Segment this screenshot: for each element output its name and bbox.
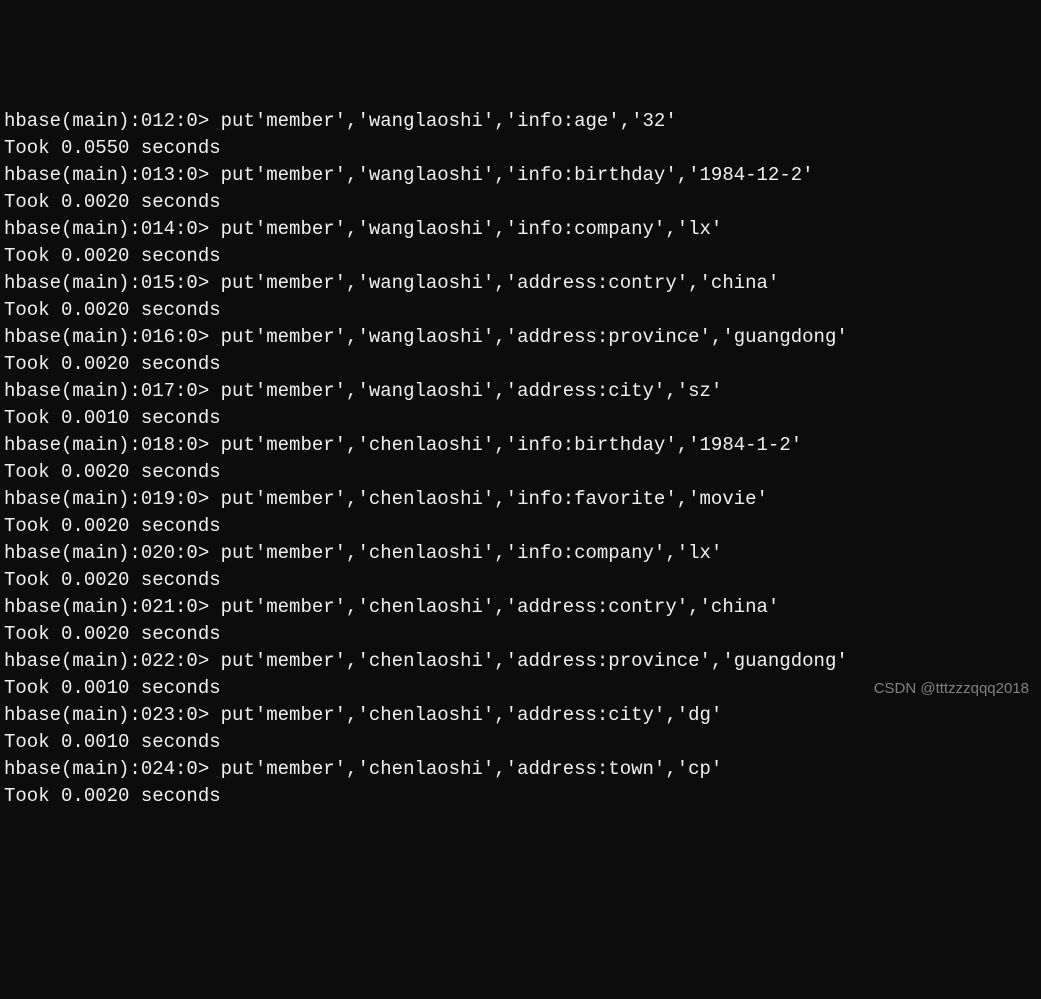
terminal-command-line: hbase(main):013:0> put'member','wanglaos…: [4, 162, 1037, 189]
shell-prompt: hbase(main):020:0>: [4, 542, 221, 564]
shell-command: put'member','chenlaoshi','info:birthday'…: [221, 434, 803, 456]
shell-command: put'member','chenlaoshi','address:town',…: [221, 758, 723, 780]
shell-prompt: hbase(main):024:0>: [4, 758, 221, 780]
terminal-command-line: hbase(main):017:0> put'member','wanglaos…: [4, 378, 1037, 405]
terminal-output-line: Took 0.0010 seconds: [4, 675, 1037, 702]
shell-prompt: hbase(main):023:0>: [4, 704, 221, 726]
terminal-output-line: Took 0.0020 seconds: [4, 189, 1037, 216]
shell-prompt: hbase(main):015:0>: [4, 272, 221, 294]
shell-command: put'member','chenlaoshi','address:contry…: [221, 596, 780, 618]
shell-prompt: hbase(main):022:0>: [4, 650, 221, 672]
terminal-command-line: hbase(main):022:0> put'member','chenlaos…: [4, 648, 1037, 675]
shell-command: put'member','chenlaoshi','info:favorite'…: [221, 488, 768, 510]
shell-prompt: hbase(main):016:0>: [4, 326, 221, 348]
shell-prompt: hbase(main):012:0>: [4, 110, 221, 132]
terminal-command-line: hbase(main):019:0> put'member','chenlaos…: [4, 486, 1037, 513]
shell-prompt: hbase(main):017:0>: [4, 380, 221, 402]
shell-command: put'member','wanglaoshi','address:provin…: [221, 326, 848, 348]
terminal-output-line: Took 0.0550 seconds: [4, 135, 1037, 162]
terminal-output-line: Took 0.0020 seconds: [4, 459, 1037, 486]
terminal-command-line: hbase(main):023:0> put'member','chenlaos…: [4, 702, 1037, 729]
shell-command: put'member','wanglaoshi','address:city',…: [221, 380, 723, 402]
shell-command: put'member','wanglaoshi','info:birthday'…: [221, 164, 814, 186]
terminal-output-line: Took 0.0020 seconds: [4, 297, 1037, 324]
shell-prompt: hbase(main):021:0>: [4, 596, 221, 618]
terminal-command-line: hbase(main):024:0> put'member','chenlaos…: [4, 756, 1037, 783]
shell-prompt: hbase(main):014:0>: [4, 218, 221, 240]
shell-command: put'member','wanglaoshi','info:company',…: [221, 218, 723, 240]
terminal-command-line: hbase(main):016:0> put'member','wanglaos…: [4, 324, 1037, 351]
shell-command: put'member','wanglaoshi','info:age','32': [221, 110, 677, 132]
terminal-output-line: Took 0.0010 seconds: [4, 405, 1037, 432]
terminal-output-line: Took 0.0020 seconds: [4, 351, 1037, 378]
terminal-output-line: Took 0.0020 seconds: [4, 621, 1037, 648]
terminal-output[interactable]: hbase(main):012:0> put'member','wanglaos…: [0, 108, 1041, 810]
terminal-command-line: hbase(main):014:0> put'member','wanglaos…: [4, 216, 1037, 243]
terminal-command-line: hbase(main):020:0> put'member','chenlaos…: [4, 540, 1037, 567]
shell-command: put'member','chenlaoshi','address:provin…: [221, 650, 848, 672]
terminal-output-line: Took 0.0020 seconds: [4, 513, 1037, 540]
terminal-command-line: hbase(main):018:0> put'member','chenlaos…: [4, 432, 1037, 459]
terminal-output-line: Took 0.0020 seconds: [4, 567, 1037, 594]
shell-command: put'member','wanglaoshi','address:contry…: [221, 272, 780, 294]
terminal-command-line: hbase(main):012:0> put'member','wanglaos…: [4, 108, 1037, 135]
shell-prompt: hbase(main):018:0>: [4, 434, 221, 456]
terminal-command-line: hbase(main):015:0> put'member','wanglaos…: [4, 270, 1037, 297]
terminal-output-line: Took 0.0020 seconds: [4, 243, 1037, 270]
shell-command: put'member','chenlaoshi','info:company',…: [221, 542, 723, 564]
terminal-command-line: hbase(main):021:0> put'member','chenlaos…: [4, 594, 1037, 621]
shell-prompt: hbase(main):019:0>: [4, 488, 221, 510]
terminal-output-line: Took 0.0020 seconds: [4, 783, 1037, 810]
terminal-output-line: Took 0.0010 seconds: [4, 729, 1037, 756]
shell-command: put'member','chenlaoshi','address:city',…: [221, 704, 723, 726]
shell-prompt: hbase(main):013:0>: [4, 164, 221, 186]
